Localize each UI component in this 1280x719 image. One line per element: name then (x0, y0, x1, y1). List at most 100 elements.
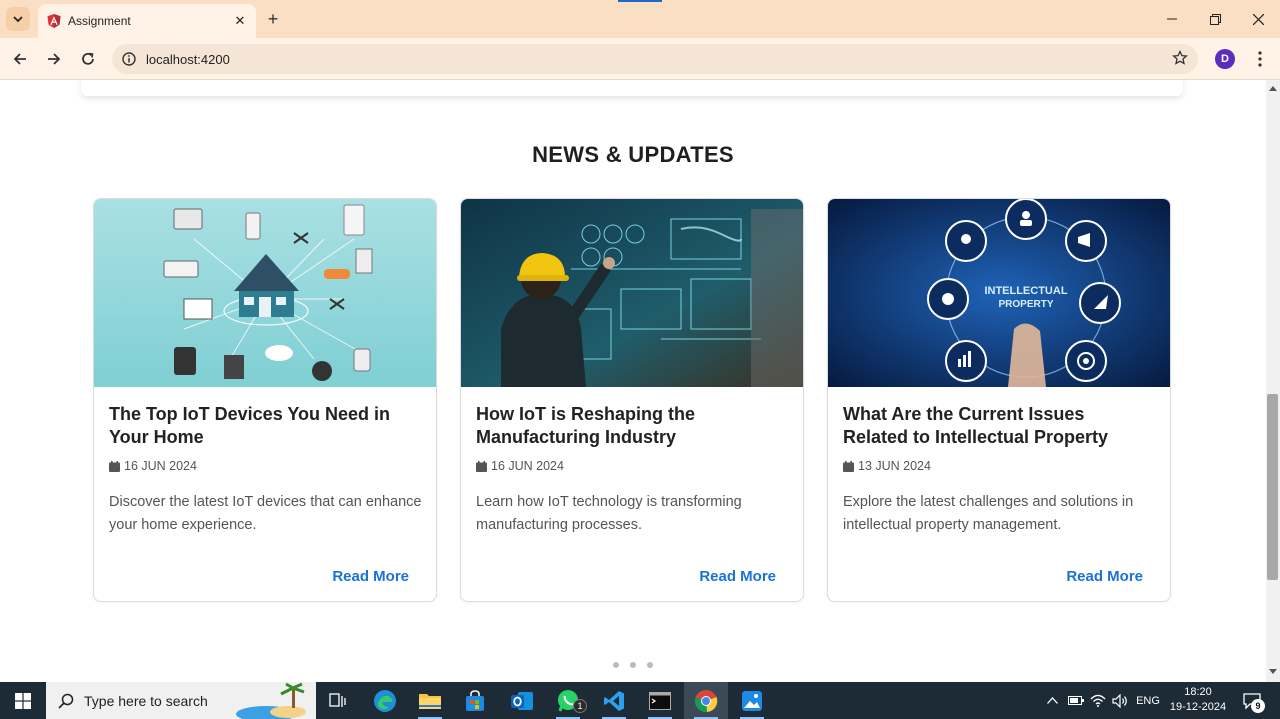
read-more-link[interactable]: Read More (699, 568, 776, 585)
terminal-icon (649, 691, 671, 710)
chrome-icon (694, 689, 718, 712)
taskbar-chrome[interactable] (684, 682, 728, 719)
taskbar-file-explorer[interactable] (408, 682, 452, 719)
chevron-up-icon (1046, 697, 1058, 704)
notification-center-button[interactable]: 9 (1236, 682, 1268, 719)
browser-titlebar: Assignment ✕ + (0, 0, 1280, 38)
page-scrollbar[interactable] (1266, 80, 1280, 682)
paint-icon (742, 690, 762, 711)
reload-icon (82, 52, 94, 65)
reload-button[interactable] (76, 47, 100, 71)
more-vertical-icon (1258, 51, 1262, 67)
chevron-down-icon (13, 16, 23, 23)
restore-icon (1209, 13, 1221, 25)
image-caption-text: PROPERTY (998, 299, 1053, 310)
card-date: 13 JUN 2024 (843, 459, 931, 473)
network-button[interactable] (1088, 682, 1108, 719)
calendar-icon (109, 460, 120, 472)
windows-logo-icon (15, 692, 31, 709)
window-indicator (618, 0, 662, 2)
card-image (461, 199, 803, 387)
taskbar-search-box[interactable]: Type here to search (46, 682, 316, 719)
vscode-icon (604, 690, 624, 711)
read-more-link[interactable]: Read More (1066, 568, 1143, 585)
address-bar[interactable]: localhost:4200 (112, 44, 1198, 74)
tab-title: Assignment (68, 14, 131, 28)
language-indicator[interactable]: ENG (1134, 682, 1162, 719)
taskbar-whatsapp[interactable]: 1 (546, 682, 590, 719)
card-date: 16 JUN 2024 (476, 459, 564, 473)
taskbar-vscode[interactable] (592, 682, 636, 719)
back-button[interactable] (8, 47, 32, 71)
browser-toolbar: localhost:4200 D (0, 38, 1280, 80)
speaker-icon (1112, 693, 1127, 708)
card-date-text: 16 JUN 2024 (124, 459, 197, 473)
new-tab-button[interactable]: + (262, 8, 284, 30)
taskbar-terminal[interactable] (638, 682, 682, 719)
bookmark-star-icon[interactable] (1172, 49, 1188, 71)
taskbar-paint-app[interactable] (730, 682, 774, 719)
restore-button[interactable] (1193, 6, 1237, 32)
site-info-icon[interactable] (122, 52, 136, 66)
calendar-icon (843, 460, 854, 472)
tab-search-button[interactable] (6, 7, 30, 31)
carousel-dot[interactable] (647, 662, 653, 668)
minimize-icon (1167, 18, 1177, 20)
news-card: How IoT is Reshaping the Manufacturing I… (460, 198, 804, 602)
task-view-button[interactable] (316, 682, 360, 719)
task-view-icon (329, 692, 346, 707)
card-description: Discover the latest IoT devices that can… (109, 494, 422, 533)
previous-section-card (81, 80, 1183, 96)
card-image (94, 199, 436, 387)
wifi-icon (1090, 694, 1106, 707)
tab-close-icon[interactable]: ✕ (230, 11, 250, 31)
carousel-dot[interactable] (613, 662, 619, 668)
forward-button[interactable] (42, 47, 66, 71)
taskbar-store[interactable] (453, 682, 497, 719)
read-more-link[interactable]: Read More (332, 568, 409, 585)
start-button[interactable] (0, 682, 46, 719)
outlook-icon (511, 691, 533, 710)
scrollbar-thumb[interactable] (1267, 394, 1278, 580)
taskbar-clock[interactable]: 18:20 19-12-2024 (1168, 685, 1228, 715)
browser-tab[interactable]: Assignment ✕ (38, 4, 256, 38)
angular-icon (47, 14, 61, 28)
minimize-button[interactable] (1150, 6, 1194, 32)
taskbar-outlook[interactable] (500, 682, 544, 719)
card-date: 16 JUN 2024 (109, 459, 197, 473)
volume-button[interactable] (1110, 682, 1130, 719)
card-image: INTELLECTUAL PROPERTY (828, 199, 1170, 387)
image-caption-text: INTELLECTUAL (984, 285, 1067, 297)
profile-avatar[interactable]: D (1215, 49, 1235, 69)
battery-icon (1068, 696, 1084, 705)
news-card: The Top IoT Devices You Need in Your Hom… (93, 198, 437, 602)
search-placeholder[interactable]: Type here to search (84, 693, 208, 709)
arrow-right-icon (48, 53, 61, 65)
arrow-left-icon (13, 53, 26, 65)
close-window-button[interactable] (1236, 6, 1280, 32)
card-date-text: 13 JUN 2024 (858, 459, 931, 473)
section-title: NEWS & UPDATES (532, 142, 734, 167)
battery-button[interactable] (1066, 682, 1086, 719)
card-title[interactable]: The Top IoT Devices You Need in Your Hom… (109, 403, 419, 449)
news-card: INTELLECTUAL PROPERTY What Are the Curre… (827, 198, 1171, 602)
carousel-dots (0, 662, 1266, 668)
url-text[interactable]: localhost:4200 (146, 52, 230, 67)
whatsapp-badge: 1 (573, 699, 587, 713)
clock-time: 18:20 (1184, 686, 1212, 698)
page-viewport: NEWS & UPDATES The Top IoT Devices You N… (0, 80, 1266, 682)
notification-badge: 9 (1251, 699, 1265, 713)
scroll-down-arrow-icon[interactable] (1266, 664, 1280, 680)
tray-overflow-button[interactable] (1042, 682, 1062, 719)
browser-menu-button[interactable] (1250, 47, 1270, 71)
card-date-text: 16 JUN 2024 (491, 459, 564, 473)
search-icon (58, 693, 74, 709)
scroll-up-arrow-icon[interactable] (1266, 80, 1280, 96)
card-title[interactable]: What Are the Current Issues Related to I… (843, 403, 1153, 449)
edge-icon (374, 689, 396, 712)
taskbar-edge[interactable] (363, 682, 407, 719)
carousel-dot[interactable] (630, 662, 636, 668)
card-description: Learn how IoT technology is transforming… (476, 494, 742, 533)
windows-taskbar: Type here to search 1 ENG 18:20 19-12-20… (0, 682, 1280, 719)
card-title[interactable]: How IoT is Reshaping the Manufacturing I… (476, 403, 786, 449)
